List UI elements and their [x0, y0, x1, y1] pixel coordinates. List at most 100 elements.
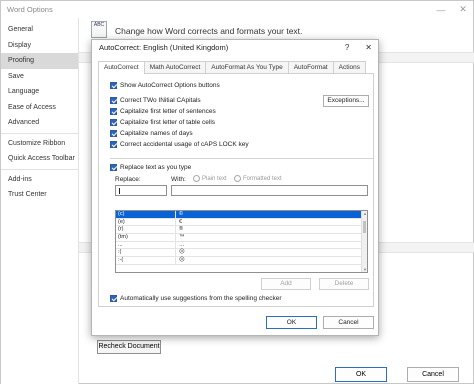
- dialog-cancel-button[interactable]: Cancel: [323, 316, 374, 329]
- scroll-thumb[interactable]: [363, 221, 366, 233]
- entry-with: ☹: [179, 249, 185, 256]
- formatted-text-radio[interactable]: Formatted text: [234, 175, 282, 182]
- list-item[interactable]: ... …: [116, 241, 367, 250]
- nav-divider: [1, 168, 78, 170]
- options-ok-button[interactable]: OK: [335, 367, 387, 382]
- help-button[interactable]: ?: [345, 43, 349, 52]
- entry-with: €: [179, 218, 183, 225]
- list-item[interactable]: (r) ®: [116, 226, 367, 235]
- autocorrect-entries-list[interactable]: (c) © (e) € (r) ® (tm) ™ ... … :( ☹:-(…: [115, 210, 368, 273]
- entry-with: ®: [179, 226, 184, 233]
- with-label: With:: [171, 176, 186, 183]
- entry-replace: (c): [116, 211, 176, 218]
- tab-autoformat[interactable]: AutoFormat: [287, 61, 334, 73]
- tab-actions[interactable]: Actions: [332, 61, 366, 73]
- entry-replace: (tm): [116, 234, 176, 241]
- options-nav: General Display Proofing Save Language E…: [1, 18, 79, 384]
- checkbox-label: Replace text as you type: [120, 163, 192, 171]
- capitalize-sentences-checkbox[interactable]: Capitalize first letter of sentences: [110, 107, 216, 115]
- nav-item-trust-center[interactable]: Trust Center: [1, 187, 78, 203]
- dialog-titlebar: AutoCorrect: English (United Kingdom) ? …: [92, 40, 378, 55]
- page-heading: Change how Word corrects and formats you…: [115, 26, 303, 36]
- replace-label: Replace:: [115, 176, 141, 183]
- entry-replace: ...: [116, 241, 176, 249]
- show-options-buttons-checkbox[interactable]: Show AutoCorrect Options buttons: [110, 81, 220, 89]
- text-caret: [119, 188, 120, 194]
- abc-check-icon: ABC: [91, 21, 107, 38]
- entry-replace: :-(: [116, 257, 176, 264]
- options-cancel-button[interactable]: Cancel: [407, 367, 459, 382]
- scroll-up-icon[interactable]: ▲: [362, 211, 367, 216]
- entry-with: …: [179, 241, 185, 248]
- window-title: Word Options: [7, 5, 53, 14]
- checkbox-checked-icon: [110, 294, 117, 302]
- capitalize-table-cells-checkbox[interactable]: Capitalize first letter of table cells: [110, 118, 215, 126]
- radio-icon: [234, 175, 241, 182]
- nav-item-proofing[interactable]: Proofing: [1, 53, 78, 69]
- nav-item-ease-of-access[interactable]: Ease of Access: [1, 100, 78, 116]
- entry-with: ©: [179, 211, 184, 217]
- nav-item-display[interactable]: Display: [1, 38, 78, 54]
- minimize-button[interactable]: —: [435, 5, 447, 15]
- replace-as-you-type-checkbox[interactable]: Replace text as you type: [110, 163, 191, 171]
- checkbox-label: Capitalize first letter of sentences: [120, 107, 216, 115]
- exceptions-button[interactable]: Exceptions...: [323, 95, 369, 107]
- radio-label: Plain text: [202, 175, 227, 182]
- radio-label: Formatted text: [243, 175, 282, 182]
- add-button[interactable]: Add: [261, 278, 311, 290]
- autocorrect-panel: Show AutoCorrect Options buttons Correct…: [98, 73, 374, 307]
- checkbox-label: Correct accidental usage of cAPS LOCK ke…: [120, 140, 249, 148]
- dialog-ok-button[interactable]: OK: [266, 316, 317, 329]
- entry-with: ☹: [179, 257, 185, 264]
- entry-replace: (r): [116, 226, 176, 234]
- checkbox-checked-icon: [110, 118, 117, 126]
- replace-input[interactable]: [115, 185, 167, 196]
- caps-lock-checkbox[interactable]: Correct accidental usage of cAPS LOCK ke…: [110, 140, 249, 148]
- autocorrect-dialog: AutoCorrect: English (United Kingdom) ? …: [91, 39, 379, 336]
- nav-item-customize-ribbon[interactable]: Customize Ribbon: [1, 136, 78, 152]
- entry-replace: (e): [116, 218, 176, 226]
- tab-autocorrect[interactable]: AutoCorrect: [98, 61, 145, 74]
- nav-item-save[interactable]: Save: [1, 69, 78, 85]
- tab-math-autocorrect[interactable]: Math AutoCorrect: [143, 61, 207, 73]
- list-item[interactable]: (c) ©: [116, 211, 367, 219]
- nav-item-quick-access-toolbar[interactable]: Quick Access Toolbar: [1, 151, 78, 167]
- checkbox-checked-icon: [110, 163, 117, 171]
- dialog-tabs: AutoCorrect Math AutoCorrect AutoFormat …: [98, 61, 366, 74]
- checkbox-checked-icon: [110, 81, 117, 89]
- close-window-button[interactable]: ✕: [457, 4, 469, 15]
- checkbox-checked-icon: [110, 140, 117, 148]
- checkbox-label: Correct TWo INitial CApitals: [120, 96, 201, 104]
- list-item[interactable]: (tm) ™: [116, 234, 367, 242]
- word-options-titlebar: Word Options — ✕: [1, 1, 474, 18]
- nav-item-language[interactable]: Language: [1, 84, 78, 100]
- list-item[interactable]: (e) €: [116, 218, 367, 227]
- checkbox-label: Automatically use suggestions from the s…: [120, 294, 282, 302]
- nav-item-general[interactable]: General: [1, 22, 78, 38]
- delete-button[interactable]: Delete: [319, 278, 369, 290]
- checkbox-label: Capitalize first letter of table cells: [120, 118, 216, 126]
- list-item[interactable]: :-( ☹: [116, 257, 367, 265]
- dialog-title: AutoCorrect: English (United Kingdom): [99, 43, 229, 52]
- recheck-document-button[interactable]: Recheck Document: [97, 340, 161, 354]
- entry-with: ™: [179, 234, 185, 241]
- list-scrollbar[interactable]: ▲ ▼: [361, 211, 367, 272]
- plain-text-radio[interactable]: Plain text: [193, 175, 227, 182]
- scroll-down-icon[interactable]: ▼: [362, 267, 367, 272]
- close-dialog-button[interactable]: ✕: [365, 43, 372, 52]
- list-item[interactable]: :( ☹: [116, 249, 367, 258]
- nav-divider: [1, 132, 78, 134]
- nav-item-advanced[interactable]: Advanced: [1, 115, 78, 131]
- checkbox-checked-icon: [110, 96, 117, 104]
- nav-item-add-ins[interactable]: Add-ins: [1, 172, 78, 188]
- correct-two-initial-caps-checkbox[interactable]: Correct TWo INitial CApitals: [110, 96, 201, 104]
- spelling-suggestions-checkbox[interactable]: Automatically use suggestions from the s…: [110, 294, 282, 302]
- capitalize-days-checkbox[interactable]: Capitalize names of days: [110, 129, 193, 137]
- checkbox-checked-icon: [110, 129, 117, 137]
- tab-autoformat-as-you-type[interactable]: AutoFormat As You Type: [205, 61, 289, 73]
- divider: [110, 158, 373, 159]
- with-input[interactable]: [171, 185, 368, 196]
- entry-replace: :(: [116, 249, 176, 257]
- checkbox-checked-icon: [110, 107, 117, 115]
- checkbox-label: Show AutoCorrect Options buttons: [120, 81, 220, 89]
